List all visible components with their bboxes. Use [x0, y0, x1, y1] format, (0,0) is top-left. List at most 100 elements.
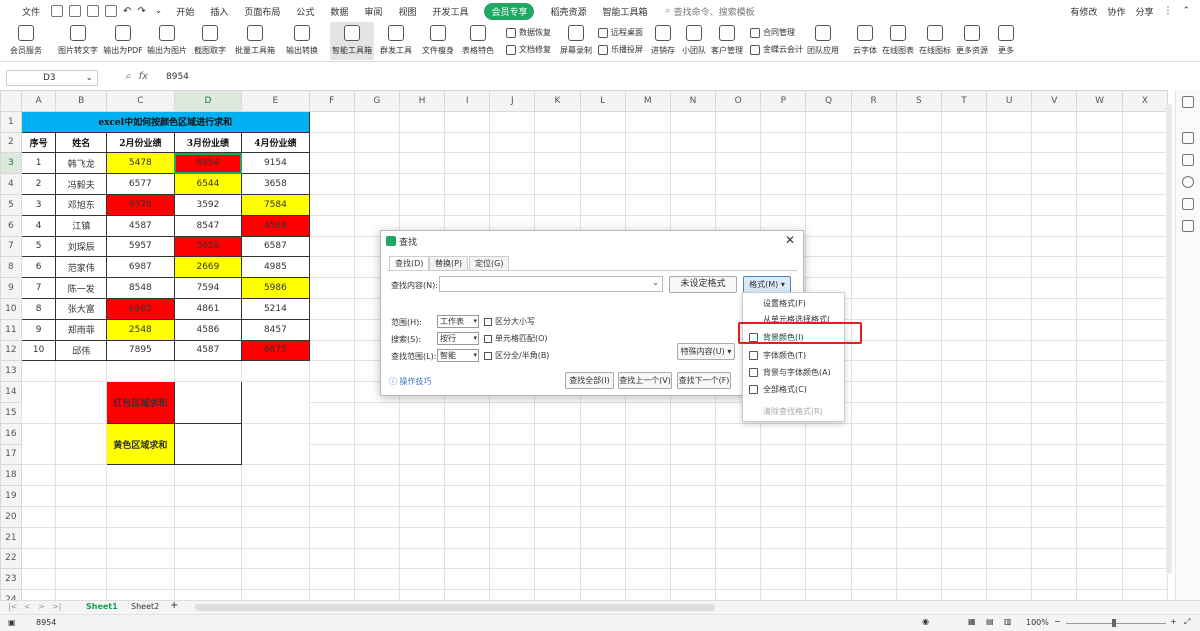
grid-cell[interactable]	[895, 422, 942, 445]
grid-cell[interactable]	[715, 443, 762, 466]
zoom-out-icon[interactable]: −	[1054, 617, 1061, 626]
grid-cell[interactable]	[715, 422, 762, 445]
grid-cell[interactable]	[489, 401, 536, 424]
grid-cell[interactable]	[805, 589, 852, 600]
grid-cell[interactable]	[534, 110, 581, 133]
grid-cell[interactable]	[669, 464, 717, 487]
red-sum-label[interactable]: 红色区域求和	[105, 381, 175, 424]
grid-cell[interactable]	[489, 547, 536, 570]
grid-cell[interactable]	[1076, 485, 1123, 507]
grid-cell[interactable]	[398, 422, 446, 445]
grid-cell[interactable]	[850, 256, 897, 279]
grid-cell[interactable]	[715, 131, 762, 154]
grid-cell[interactable]	[241, 360, 310, 383]
grid-cell[interactable]	[444, 422, 491, 445]
grid-cell[interactable]	[850, 568, 897, 591]
layers-icon[interactable]	[1182, 132, 1194, 144]
grid-cell[interactable]	[624, 547, 671, 570]
grid-cell[interactable]	[55, 547, 107, 570]
grid-cell[interactable]	[805, 505, 852, 528]
find-content-input[interactable]: ⌄	[439, 276, 663, 292]
grid-cell[interactable]	[398, 568, 446, 591]
table-cell[interactable]: 7895	[105, 339, 175, 362]
grid-cell[interactable]	[579, 505, 626, 528]
grid-cell[interactable]	[940, 318, 988, 341]
grid-cell[interactable]	[895, 443, 942, 466]
grid-cell[interactable]	[489, 173, 536, 195]
grid-cell[interactable]	[1121, 193, 1168, 216]
grid-cell[interactable]	[986, 318, 1033, 341]
table-cell[interactable]: 冯毅夫	[55, 173, 107, 195]
help-icon[interactable]	[1182, 176, 1194, 188]
grid-cell[interactable]	[1031, 568, 1078, 591]
grid-cell[interactable]	[940, 360, 988, 383]
grid-cell[interactable]	[1121, 277, 1168, 299]
grid-cell[interactable]	[1121, 568, 1168, 591]
grid-cell[interactable]	[1076, 152, 1123, 175]
grid-cell[interactable]	[1076, 464, 1123, 487]
grid-cell[interactable]	[669, 173, 717, 195]
grid-cell[interactable]	[534, 526, 581, 549]
grid-cell[interactable]	[805, 173, 852, 195]
grid-cell[interactable]	[1031, 193, 1078, 216]
grid-cell[interactable]	[624, 401, 671, 424]
grid-cell[interactable]	[1121, 422, 1168, 445]
status-icon[interactable]: ▣	[8, 618, 16, 627]
grid-cell[interactable]	[1031, 110, 1078, 133]
grid-cell[interactable]	[986, 568, 1033, 591]
grid-cell[interactable]	[940, 339, 988, 362]
tab-insert[interactable]: 插入	[210, 5, 228, 18]
grid-cell[interactable]	[895, 526, 942, 549]
menu-file[interactable]: 文件	[22, 5, 40, 18]
table-cell[interactable]: 6	[20, 256, 57, 279]
grid-cell[interactable]	[1121, 464, 1168, 487]
row-header[interactable]: 10	[0, 297, 22, 320]
grid-cell[interactable]	[895, 131, 942, 154]
grid-cell[interactable]	[669, 589, 717, 600]
grid-cell[interactable]	[55, 568, 107, 591]
grid-cell[interactable]	[940, 381, 988, 403]
grid-cell[interactable]	[940, 422, 988, 445]
grid-cell[interactable]	[850, 547, 897, 570]
grid-cell[interactable]	[308, 360, 355, 383]
grid-cell[interactable]	[1031, 173, 1078, 195]
tab-formula[interactable]: 公式	[296, 5, 314, 18]
table-cell[interactable]: 4	[20, 214, 57, 237]
grid-cell[interactable]	[1076, 173, 1123, 195]
grid-cell[interactable]	[353, 464, 400, 487]
find-prev-button[interactable]: 查找上一个(V)	[618, 372, 672, 389]
grid-cell[interactable]	[534, 193, 581, 216]
horizontal-scrollbar[interactable]	[195, 604, 715, 611]
grid-cell[interactable]	[579, 526, 626, 549]
grid-cell[interactable]	[669, 401, 717, 424]
tab-find[interactable]: 查找(D)	[389, 256, 430, 270]
grid-cell[interactable]	[20, 485, 57, 507]
grid-cell[interactable]	[895, 568, 942, 591]
grid-cell[interactable]	[1121, 401, 1168, 424]
grid-cell[interactable]	[1121, 485, 1168, 507]
grid-cell[interactable]	[986, 214, 1033, 237]
grid-cell[interactable]	[398, 110, 446, 133]
grid-cell[interactable]	[986, 193, 1033, 216]
grid-cell[interactable]	[353, 568, 400, 591]
grid-cell[interactable]	[850, 193, 897, 216]
grid-cell[interactable]	[986, 173, 1033, 195]
grid-cell[interactable]	[55, 422, 107, 466]
grid-cell[interactable]	[353, 526, 400, 549]
grid-cell[interactable]	[760, 110, 807, 133]
zoom-slider-handle[interactable]	[1112, 619, 1116, 627]
grid-cell[interactable]	[850, 505, 897, 528]
table-cell[interactable]: 8	[20, 297, 57, 320]
grid-cell[interactable]	[1121, 110, 1168, 133]
grid-cell[interactable]	[20, 589, 57, 600]
grid-cell[interactable]	[850, 526, 897, 549]
grid-cell[interactable]	[308, 443, 355, 466]
format-button[interactable]: 格式(M) ▾	[743, 276, 791, 293]
tab-start[interactable]: 开始	[176, 5, 194, 18]
grid-cell[interactable]	[308, 485, 355, 507]
grid-cell[interactable]	[55, 589, 107, 600]
grid-cell[interactable]	[489, 568, 536, 591]
grid-cell[interactable]	[105, 547, 175, 570]
column-header[interactable]: K	[534, 90, 581, 112]
row-header[interactable]: 3	[0, 152, 22, 175]
